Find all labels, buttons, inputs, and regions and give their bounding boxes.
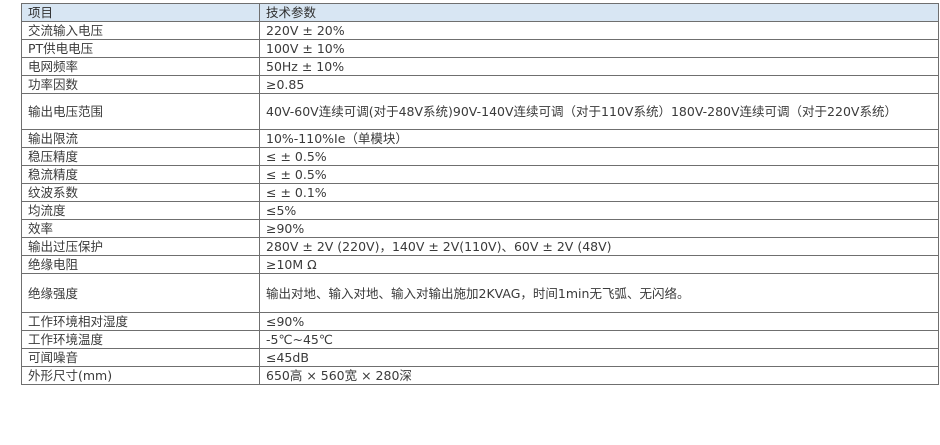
table-row: 效率 ≥90% — [21, 219, 939, 238]
table-row: 均流度 ≤5% — [21, 201, 939, 220]
row-value: ≤ ± 0.5% — [259, 147, 939, 166]
table-row: 工作环境相对湿度 ≤90% — [21, 312, 939, 331]
row-item: 外形尺寸(mm) — [21, 366, 260, 385]
row-value: ≥90% — [259, 219, 939, 238]
row-value: ≥10M Ω — [259, 255, 939, 274]
row-value: ≥0.85 — [259, 75, 939, 94]
row-value: 输出对地、输入对地、输入对输出施加2KVAG，时间1min无飞弧、无闪络。 — [259, 273, 939, 313]
row-item: 工作环境温度 — [21, 330, 260, 349]
table-row: 纹波系数 ≤ ± 0.1% — [21, 183, 939, 202]
table-row: 交流输入电压 220V ± 20% — [21, 21, 939, 40]
row-item: 输出电压范围 — [21, 93, 260, 130]
table-row: 功率因数 ≥0.85 — [21, 75, 939, 94]
row-item: 功率因数 — [21, 75, 260, 94]
row-value: -5℃~45℃ — [259, 330, 939, 349]
table-row: 绝缘电阻 ≥10M Ω — [21, 255, 939, 274]
table-row: 可闻噪音 ≤45dB — [21, 348, 939, 367]
table-row: PT供电电压 100V ± 10% — [21, 39, 939, 58]
spec-table-container: 项目 技术参数 交流输入电压 220V ± 20% PT供电电压 100V ± … — [21, 3, 939, 385]
table-row: 输出限流 10%-110%Ie（单模块） — [21, 129, 939, 148]
row-value: 40V-60V连续可调(对于48V系统)90V-140V连续可调（对于110V系… — [259, 93, 939, 130]
row-item: 输出过压保护 — [21, 237, 260, 256]
table-row: 绝缘强度 输出对地、输入对地、输入对输出施加2KVAG，时间1min无飞弧、无闪… — [21, 273, 939, 313]
table-row: 外形尺寸(mm) 650高 × 560宽 × 280深 — [21, 366, 939, 385]
spec-table: 项目 技术参数 交流输入电压 220V ± 20% PT供电电压 100V ± … — [21, 3, 939, 385]
row-item: 输出限流 — [21, 129, 260, 148]
row-item: PT供电电压 — [21, 39, 260, 58]
row-item: 交流输入电压 — [21, 21, 260, 40]
row-item: 纹波系数 — [21, 183, 260, 202]
table-row: 稳压精度 ≤ ± 0.5% — [21, 147, 939, 166]
row-value: ≤90% — [259, 312, 939, 331]
row-value: 220V ± 20% — [259, 21, 939, 40]
row-item: 绝缘电阻 — [21, 255, 260, 274]
row-item: 稳流精度 — [21, 165, 260, 184]
row-item: 稳压精度 — [21, 147, 260, 166]
table-row: 输出过压保护 280V ± 2V (220V)，140V ± 2V(110V)、… — [21, 237, 939, 256]
row-item: 效率 — [21, 219, 260, 238]
table-row: 电网频率 50Hz ± 10% — [21, 57, 939, 76]
table-row: 工作环境温度 -5℃~45℃ — [21, 330, 939, 349]
row-item: 均流度 — [21, 201, 260, 220]
row-item: 可闻噪音 — [21, 348, 260, 367]
table-row: 稳流精度 ≤ ± 0.5% — [21, 165, 939, 184]
row-item: 绝缘强度 — [21, 273, 260, 313]
table-row: 输出电压范围 40V-60V连续可调(对于48V系统)90V-140V连续可调（… — [21, 93, 939, 130]
row-value: 100V ± 10% — [259, 39, 939, 58]
row-value: ≤ ± 0.1% — [259, 183, 939, 202]
row-value: ≤5% — [259, 201, 939, 220]
row-value: 50Hz ± 10% — [259, 57, 939, 76]
header-spec: 技术参数 — [259, 3, 939, 22]
row-item: 电网频率 — [21, 57, 260, 76]
row-item: 工作环境相对湿度 — [21, 312, 260, 331]
row-value: ≤ ± 0.5% — [259, 165, 939, 184]
row-value: ≤45dB — [259, 348, 939, 367]
row-value: 10%-110%Ie（单模块） — [259, 129, 939, 148]
table-header-row: 项目 技术参数 — [21, 3, 939, 22]
row-value: 650高 × 560宽 × 280深 — [259, 366, 939, 385]
header-item: 项目 — [21, 3, 260, 22]
row-value: 280V ± 2V (220V)，140V ± 2V(110V)、60V ± 2… — [259, 237, 939, 256]
